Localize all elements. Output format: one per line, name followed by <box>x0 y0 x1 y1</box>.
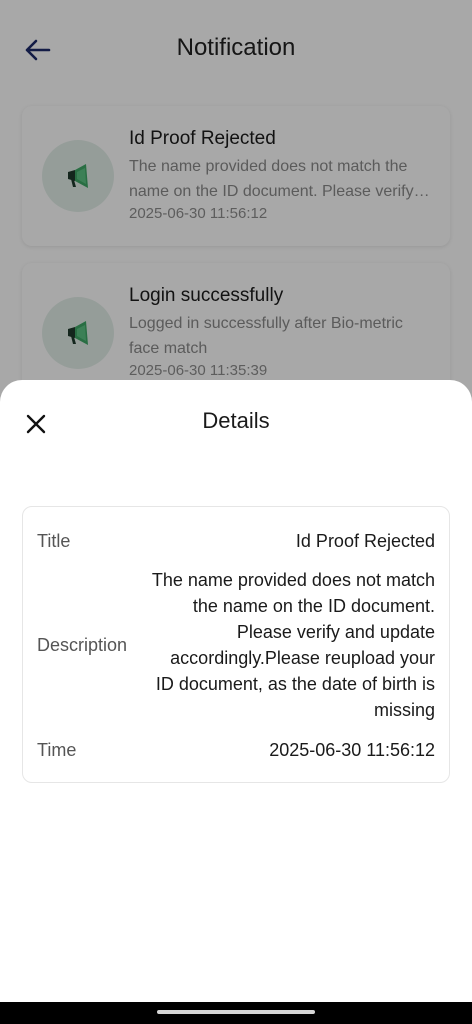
details-label: Title <box>37 530 71 551</box>
details-value: Id Proof Rejected <box>295 530 435 551</box>
details-value: 2025-06-30 11:56:12 <box>269 739 435 760</box>
home-indicator[interactable] <box>157 1010 315 1014</box>
system-navigation-bar <box>0 1002 472 1024</box>
details-row-title: Title Id Proof Rejected <box>37 527 435 555</box>
details-label: Time <box>37 739 77 760</box>
sheet-title: Details <box>202 408 270 433</box>
details-row-time: Time 2025-06-30 11:56:12 <box>37 736 435 764</box>
details-table: Title Id Proof Rejected Description The … <box>22 506 450 783</box>
notification-screen: Notification Id Proof Rejected The name … <box>0 0 472 1024</box>
details-row-description: Description The name provided does not m… <box>37 565 435 725</box>
details-bottom-sheet: Details Title Id Proof Rejected Descript… <box>0 380 472 1002</box>
details-value: The name provided does not match the nam… <box>151 570 435 720</box>
details-label: Description <box>37 634 128 655</box>
